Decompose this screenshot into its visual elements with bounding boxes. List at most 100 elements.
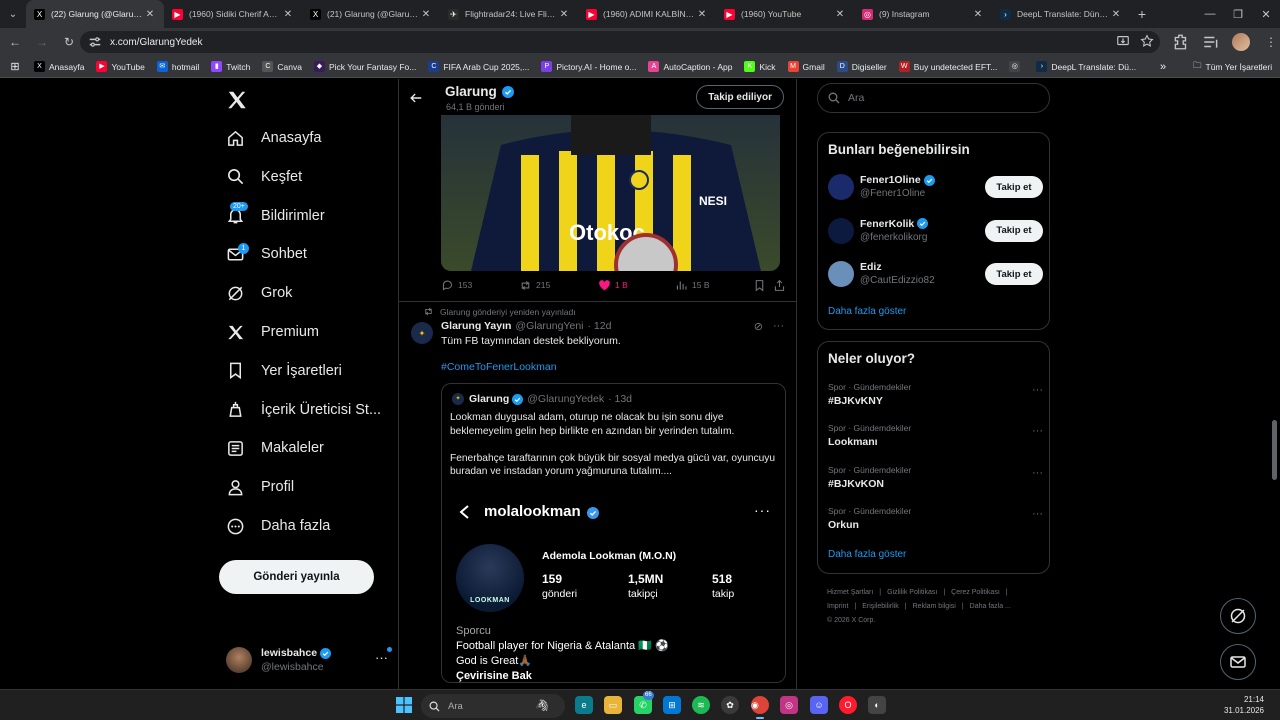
views-action[interactable]: 15 B bbox=[675, 279, 710, 292]
quoted-tweet[interactable]: ✦ Glarung @GlarungYedek · 13d Lookman du… bbox=[441, 383, 786, 683]
restore-button[interactable]: ❐ bbox=[1224, 0, 1252, 28]
like-action[interactable]: 1 B bbox=[598, 279, 628, 292]
browser-tab[interactable]: ▶ (1960) Sidiki Cherif Analiz ✕ bbox=[164, 0, 302, 28]
more-dots-icon[interactable]: ··· bbox=[1032, 425, 1043, 437]
messages-floating-button[interactable] bbox=[1220, 644, 1256, 680]
browser-tab[interactable]: ▶ (1960) ADIMI KALBİNE YAZ✕ bbox=[578, 0, 716, 28]
grok-floating-button[interactable] bbox=[1220, 598, 1256, 634]
forward-icon[interactable]: → bbox=[30, 30, 54, 54]
browser-tab[interactable]: X (21) Glarung (@GlarungYedek)✕ bbox=[302, 0, 440, 28]
show-more-link[interactable]: Daha fazla göster bbox=[828, 306, 906, 317]
footer-link[interactable]: Erişilebilirlik bbox=[862, 603, 899, 610]
bookmark-item[interactable]: W Buy undetected EFT... bbox=[898, 61, 997, 72]
footer-link[interactable]: © 2026 X Corp. bbox=[827, 617, 875, 624]
trend-item[interactable]: Spor · Gündemdekiler Orkun ··· bbox=[828, 506, 1043, 536]
bookmark-item[interactable]: A AutoCaption - App bbox=[648, 61, 732, 72]
show-more-link[interactable]: Daha fazla göster bbox=[828, 549, 906, 560]
footer-link[interactable]: Hizmet Şartları bbox=[827, 589, 873, 596]
trend-item[interactable]: Spor · Gündemdekiler #BJKvKNY ··· bbox=[828, 382, 1043, 412]
bookmark-item[interactable]: ✉ hotmail bbox=[156, 61, 199, 72]
chrome-icon[interactable]: ◉ bbox=[751, 696, 769, 719]
instagram-icon[interactable]: ◎ bbox=[780, 696, 798, 714]
bookmark-item[interactable]: X Anasayfa bbox=[34, 61, 84, 72]
x-logo-icon[interactable] bbox=[226, 89, 248, 111]
bookmark-item[interactable]: M Gmail bbox=[787, 61, 825, 72]
bookmark-item[interactable]: ▮ Twitch bbox=[211, 61, 250, 72]
hashtag-link[interactable]: #ComeToFenerLookman bbox=[441, 361, 557, 373]
tweet-time[interactable]: · 12d bbox=[588, 320, 612, 332]
bookmarks-overflow-icon[interactable]: » bbox=[1160, 61, 1166, 73]
following-button[interactable]: Takip ediliyor bbox=[696, 85, 784, 109]
apps-grid-icon[interactable]: ⊞ bbox=[8, 60, 22, 74]
bookmark-item[interactable]: ◆ Pick Your Fantasy Fo... bbox=[313, 61, 416, 72]
suggested-account[interactable]: FenerKolik @fenerkolikorg Takip et bbox=[828, 216, 1043, 246]
browser-menu-icon[interactable]: ⋮ bbox=[1262, 33, 1280, 51]
grok-icon[interactable]: ⊘ bbox=[754, 320, 763, 333]
bookmark-action[interactable] bbox=[753, 279, 770, 292]
more-dots-icon[interactable]: ··· bbox=[1032, 384, 1043, 396]
browser-tab[interactable]: ◎ (9) Instagram ✕ bbox=[854, 0, 992, 28]
bookmark-item[interactable]: D Digiseller bbox=[836, 61, 887, 72]
nav-item-5[interactable]: Grok bbox=[226, 279, 292, 307]
suggested-account[interactable]: Ediz @CautEdizzio82 Takip et bbox=[828, 259, 1043, 289]
nav-item-2[interactable]: Keşfet bbox=[226, 163, 302, 191]
edge-icon[interactable]: e bbox=[575, 696, 593, 714]
close-window-button[interactable]: ✕ bbox=[1252, 0, 1280, 28]
bookmark-item[interactable]: C Canva bbox=[262, 61, 302, 72]
back-icon[interactable]: ← bbox=[3, 30, 27, 54]
store-icon[interactable]: ⊞ bbox=[663, 696, 681, 714]
back-arrow-icon[interactable] bbox=[409, 91, 423, 105]
tab-close-icon[interactable]: ✕ bbox=[558, 9, 570, 20]
spotify-icon[interactable]: ≋ bbox=[692, 696, 710, 714]
app-icon[interactable]: ◐ bbox=[868, 696, 886, 714]
more-dots-icon[interactable]: ··· bbox=[1032, 508, 1043, 520]
account-switcher[interactable]: lewisbahce @lewisbahce ··· bbox=[226, 642, 396, 678]
footer-link[interactable]: Reklam bilgisi bbox=[913, 603, 956, 610]
more-dots-icon[interactable]: ··· bbox=[773, 320, 784, 333]
bookmark-item[interactable]: ▶ YouTube bbox=[96, 61, 145, 72]
bookmark-item[interactable]: C FIFA Arab Cup 2025,... bbox=[428, 61, 529, 72]
nav-item-7[interactable]: Yer İşaretleri bbox=[226, 357, 342, 385]
repost-action[interactable]: 215 bbox=[519, 279, 550, 292]
reply-action[interactable]: 153 bbox=[441, 279, 472, 292]
whatsapp-icon[interactable]: ✆ 66 bbox=[634, 691, 654, 714]
bookmark-item[interactable]: P Pictory.AI - Home o... bbox=[541, 61, 636, 72]
new-tab-button[interactable]: + bbox=[1130, 0, 1154, 28]
more-dots-icon[interactable]: ··· bbox=[1032, 467, 1043, 479]
tweet-media-image[interactable]: Otokoç NESI bbox=[441, 115, 780, 271]
star-bookmark-icon[interactable] bbox=[1140, 34, 1154, 48]
reload-icon[interactable]: ↻ bbox=[57, 30, 81, 54]
tweet-author[interactable]: Glarung Yayın bbox=[441, 320, 511, 332]
nav-item-8[interactable]: İçerik Üreticisi St... bbox=[226, 396, 381, 424]
bookmark-item[interactable]: ◎ bbox=[1009, 61, 1024, 72]
taskbar-search[interactable]: Ara 🦓 bbox=[421, 694, 565, 718]
follow-button[interactable]: Takip et bbox=[985, 219, 1043, 242]
nav-item-4[interactable]: 1 Sohbet bbox=[226, 240, 307, 268]
nav-item-10[interactable]: Profil bbox=[226, 473, 294, 501]
nav-item-11[interactable]: Daha fazla bbox=[226, 512, 330, 540]
nav-item-6[interactable]: Premium bbox=[226, 318, 319, 346]
opera-icon[interactable]: O bbox=[839, 696, 857, 714]
tweet-handle[interactable]: @GlarungYeni bbox=[515, 320, 583, 332]
more-dots-icon[interactable]: ··· bbox=[375, 650, 388, 665]
tab-close-icon[interactable]: ✕ bbox=[420, 9, 432, 20]
extensions-icon[interactable] bbox=[1172, 33, 1190, 51]
scrollbar-thumb[interactable] bbox=[1272, 420, 1277, 480]
trend-item[interactable]: Spor · Gündemdekiler #BJKvKON ··· bbox=[828, 465, 1043, 495]
follow-button[interactable]: Takip et bbox=[985, 176, 1043, 198]
profile-avatar[interactable] bbox=[1232, 33, 1250, 51]
tab-close-icon[interactable]: ✕ bbox=[834, 9, 846, 20]
windows-start-icon[interactable] bbox=[396, 697, 412, 713]
footer-link[interactable]: Daha fazla ... bbox=[970, 603, 1011, 610]
tab-close-icon[interactable]: ✕ bbox=[972, 9, 984, 20]
tab-close-icon[interactable]: ✕ bbox=[282, 9, 294, 20]
browser-tab[interactable]: ✈ Flightradar24: Live Flight ✕ bbox=[440, 0, 578, 28]
suggested-account[interactable]: Fener1Oline @Fener1Oline Takip et bbox=[828, 172, 1043, 202]
footer-link[interactable]: Gizlilik Politikası bbox=[887, 589, 937, 596]
tab-close-icon[interactable]: ✕ bbox=[144, 9, 156, 20]
media-control-icon[interactable] bbox=[1202, 33, 1220, 51]
nav-item-9[interactable]: Makaleler bbox=[226, 434, 324, 462]
post-button[interactable]: Gönderi yayınla bbox=[219, 560, 374, 594]
nav-item-1[interactable]: Anasayfa bbox=[226, 124, 321, 152]
tab-close-icon[interactable]: ✕ bbox=[696, 9, 708, 20]
